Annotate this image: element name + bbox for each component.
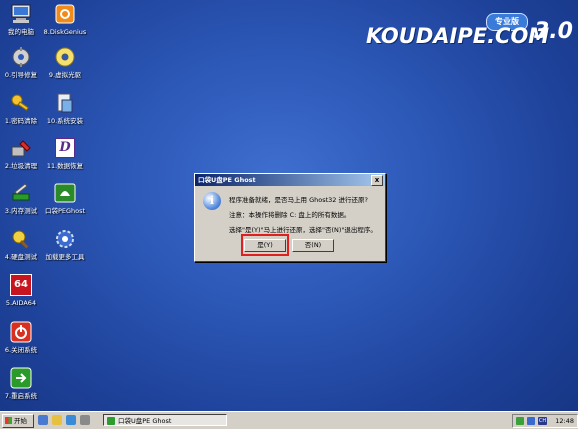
- start-label: 开始: [14, 417, 27, 425]
- desktop-icon-label: 9.虚拟光驱: [48, 71, 82, 79]
- aida64-icon: 64: [9, 273, 33, 297]
- data-recovery-icon: D: [53, 136, 77, 160]
- install-icon: [53, 91, 77, 115]
- settings-gear-icon: [53, 227, 77, 251]
- taskbar: 开始 口袋U盘PE Ghost CH 12:48: [0, 411, 578, 429]
- input-method-icon[interactable]: CH: [538, 417, 547, 425]
- yes-button[interactable]: 是(Y): [244, 239, 286, 252]
- desktop-icon-label: 8.DiskGenius: [43, 28, 87, 36]
- desktop-icon-memory-test[interactable]: 3.内存测试: [0, 181, 45, 215]
- ghost-dialog: 口袋U盘PE Ghost x i 程序准备就绪，是否马上用 Ghost32 进行…: [194, 173, 386, 262]
- memory-test-icon: [9, 181, 33, 205]
- desktop-icon-label: 7.重启系统: [4, 392, 38, 400]
- info-icon: i: [203, 192, 221, 210]
- key-icon: [9, 91, 33, 115]
- taskbar-item-pe-ghost[interactable]: 口袋U盘PE Ghost: [103, 414, 227, 426]
- dialog-message-line1: 程序准备就绪，是否马上用 Ghost32 进行还原?: [229, 196, 368, 204]
- computer-icon: [9, 2, 33, 26]
- windows-flag-icon: [5, 417, 12, 424]
- desktop-icon-pe-ghost[interactable]: 口袋PEGhost: [41, 181, 89, 215]
- dialog-title: 口袋U盘PE Ghost: [198, 176, 256, 184]
- desktop-icon-label: 我的电脑: [8, 28, 34, 36]
- restart-icon: [9, 366, 33, 390]
- cleanup-tools-icon: [9, 136, 33, 160]
- desktop-icon-label: 11.数据恢复: [46, 162, 84, 170]
- system-tray: CH 12:48: [512, 414, 578, 428]
- clock: 12:48: [555, 417, 574, 425]
- dialog-titlebar[interactable]: 口袋U盘PE Ghost x: [195, 174, 385, 186]
- no-button[interactable]: 否(N): [292, 239, 334, 252]
- desktop-icon-shutdown[interactable]: 6.关闭系统: [0, 320, 45, 354]
- desktop-icon-password-clear[interactable]: 1.密码清除: [0, 91, 45, 125]
- desktop-icon-label: 4.硬盘测试: [4, 253, 38, 261]
- desktop-icon-label: 加载更多工具: [45, 253, 85, 261]
- aida64-badge: 64: [10, 274, 32, 296]
- dialog-message-line3: 选择"是(Y)"马上进行还原，选择"否(N)"退出程序。: [229, 226, 377, 234]
- logo-version: 3.0: [534, 19, 573, 44]
- dialog-message-line2: 注意：本操作将删除 C: 盘上的所有数据。: [229, 211, 351, 219]
- desktop-icon-boot-repair[interactable]: 0.引导修复: [0, 45, 45, 79]
- cd-icon: [53, 45, 77, 69]
- start-button[interactable]: 开始: [2, 414, 34, 428]
- gear-icon: [9, 45, 33, 69]
- desktop-icon-diskgenius[interactable]: 8.DiskGenius: [41, 2, 89, 36]
- disk-test-icon: [9, 227, 33, 251]
- quick-launch-tool-icon[interactable]: [80, 415, 90, 425]
- quick-launch-browser-icon[interactable]: [66, 415, 76, 425]
- taskbar-item-label: 口袋U盘PE Ghost: [118, 417, 172, 425]
- network-icon[interactable]: [516, 417, 524, 425]
- desktop-icon-label: 2.垃圾清理: [4, 162, 38, 170]
- desktop-icon-label: 3.内存测试: [4, 207, 38, 215]
- desktop-icon-restart[interactable]: 7.重启系统: [0, 366, 45, 400]
- desktop-icon-aida64[interactable]: 64 5.AIDA64: [0, 273, 45, 307]
- desktop-icon-label: 0.引导修复: [4, 71, 38, 79]
- koudaipe-logo: 专业版 KOUDAIPE.COM 3.0: [366, 10, 573, 54]
- desktop-icon-label: 口袋PEGhost: [44, 207, 86, 215]
- desktop-icon-label: 1.密码清除: [4, 117, 38, 125]
- desktop-icon-label: 10.系统安装: [46, 117, 84, 125]
- diskgenius-icon: [53, 2, 77, 26]
- desktop: 我的电脑 0.引导修复 1.密码清除 2.垃圾清理 3.内存测试 4.硬盘测试 …: [0, 0, 578, 412]
- quick-launch-desktop-icon[interactable]: [38, 415, 48, 425]
- logo-text: KOUDAIPE.COM: [366, 24, 550, 48]
- desktop-icon-data-recovery[interactable]: D 11.数据恢复: [41, 136, 89, 170]
- power-icon: [9, 320, 33, 344]
- volume-icon[interactable]: [527, 417, 535, 425]
- desktop-icon-virtual-drive[interactable]: 9.虚拟光驱: [41, 45, 89, 79]
- desktop-icon-my-computer[interactable]: 我的电脑: [0, 2, 45, 36]
- ghost-icon: [107, 417, 115, 425]
- desktop-icon-label: 5.AIDA64: [5, 299, 37, 307]
- quick-launch-folder-icon[interactable]: [52, 415, 62, 425]
- desktop-icon-label: 6.关闭系统: [4, 346, 38, 354]
- desktop-icon-system-install[interactable]: 10.系统安装: [41, 91, 89, 125]
- desktop-icon-load-more-tools[interactable]: 加载更多工具: [41, 227, 89, 261]
- ghost-icon: [53, 181, 77, 205]
- desktop-icon-junk-cleanup[interactable]: 2.垃圾清理: [0, 136, 45, 170]
- desktop-icon-disk-test[interactable]: 4.硬盘测试: [0, 227, 45, 261]
- close-button[interactable]: x: [371, 175, 383, 186]
